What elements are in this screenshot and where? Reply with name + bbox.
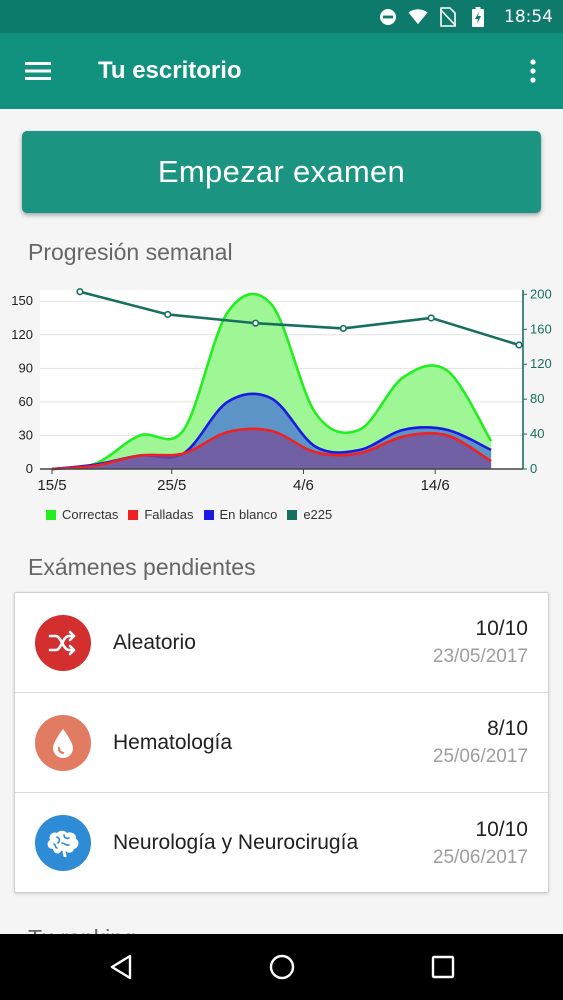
- legend-swatch-en-blanco: [203, 509, 214, 520]
- exam-name: Aleatorio: [113, 630, 196, 654]
- series-e225-point: [427, 314, 435, 322]
- exam-score: 8/10: [487, 717, 528, 740]
- x-tick-label: 4/6: [293, 477, 314, 494]
- y-left-tick-label: 120: [11, 327, 33, 342]
- y-left-tick-label: 60: [19, 394, 33, 409]
- series-e225-point: [251, 319, 260, 327]
- status-bar: 18:54: [0, 0, 563, 33]
- y-left-tick-label: 90: [19, 360, 33, 375]
- chart-legend: Correctas Falladas En blanco e225: [46, 507, 334, 522]
- exam-date: 23/05/2017: [432, 646, 528, 667]
- legend-item: Correctas: [46, 507, 118, 522]
- y-right-tick-label: 0: [530, 461, 537, 476]
- y-left-tick-label: 0: [26, 461, 33, 476]
- battery-charging-icon: [468, 6, 488, 27]
- y-right-tick-label: 120: [530, 356, 552, 371]
- exam-name: Hematología: [113, 730, 233, 754]
- exam-name: Neurología y Neurocirugía: [113, 831, 359, 854]
- system-nav-bar: [0, 934, 563, 1000]
- legend-label: e225: [303, 507, 333, 522]
- progress-section-title: Progresión semanal: [28, 239, 233, 265]
- shuffle-icon: [35, 614, 91, 671]
- exam-meta: 10/10 23/05/2017: [433, 617, 528, 668]
- y-left-tick-label: 30: [19, 427, 33, 442]
- more-vert-icon[interactable]: [503, 33, 563, 109]
- exam-meta: 8/10 25/06/2017: [433, 717, 528, 768]
- do-not-disturb-icon: [378, 7, 398, 27]
- series-e225-point: [515, 341, 523, 349]
- legend-item: En blanco: [203, 507, 278, 522]
- brain-icon: [35, 815, 91, 871]
- y-right-tick-label: 200: [530, 286, 552, 301]
- exam-date: 25/06/2017: [432, 746, 528, 767]
- no-sim-icon: [438, 6, 458, 27]
- y-left-tick-label: 150: [11, 293, 33, 308]
- status-time: 18:54: [504, 6, 553, 27]
- x-tick-label: 25/5: [157, 477, 186, 494]
- y-right-tick-label: 80: [530, 391, 544, 406]
- x-tick-label: 14/6: [421, 477, 450, 494]
- hamburger-menu-icon[interactable]: [0, 33, 76, 109]
- exam-row-aleatorio[interactable]: Aleatorio 10/10 23/05/2017: [15, 593, 548, 693]
- page-title: Tu escritorio: [98, 57, 242, 84]
- legend-swatch-e225: [287, 509, 298, 520]
- legend-item: Falladas: [128, 507, 194, 522]
- legend-swatch-falladas: [128, 509, 139, 520]
- exam-date: 25/06/2017: [432, 846, 528, 868]
- back-icon[interactable]: [91, 937, 151, 997]
- exam-score: 10/10: [475, 817, 528, 841]
- exam-row-hematologia[interactable]: Hematología 8/10 25/06/2017: [15, 693, 548, 793]
- pending-section-title: Exámenes pendientes: [28, 554, 256, 580]
- legend-label: Falladas: [144, 507, 194, 522]
- pending-exams-card: Aleatorio 10/10 23/05/2017 Hematología 8…: [14, 592, 549, 893]
- series-e225-point: [164, 310, 172, 319]
- start-exam-button[interactable]: Empezar examen: [22, 131, 541, 213]
- exam-score: 10/10: [475, 617, 528, 640]
- series-e225-point: [76, 288, 84, 296]
- home-icon[interactable]: [252, 937, 312, 997]
- x-tick-label: 15/5: [37, 477, 66, 494]
- exam-row-neurologia[interactable]: Neurología y Neurocirugía 10/10 25/06/20…: [15, 793, 548, 893]
- legend-swatch-correctas: [46, 509, 56, 520]
- y-right-tick-label: 40: [530, 426, 544, 441]
- app-bar: Tu escritorio: [0, 33, 563, 109]
- wifi-icon: [408, 7, 428, 27]
- series-e225-point: [339, 324, 347, 333]
- exam-meta: 10/10 25/06/2017: [433, 818, 528, 869]
- legend-label: En blanco: [219, 507, 278, 522]
- recents-icon[interactable]: [413, 937, 473, 997]
- y-right-tick-label: 160: [530, 321, 552, 336]
- legend-item: e225: [287, 507, 332, 522]
- weekly-progress-chart: 0 30 60 90 120 150 0 40 80 120 160 200 15/5 25/5 4/6 14…: [0, 282, 563, 532]
- legend-label: Correctas: [62, 507, 119, 522]
- blood-drop-icon: [35, 714, 91, 771]
